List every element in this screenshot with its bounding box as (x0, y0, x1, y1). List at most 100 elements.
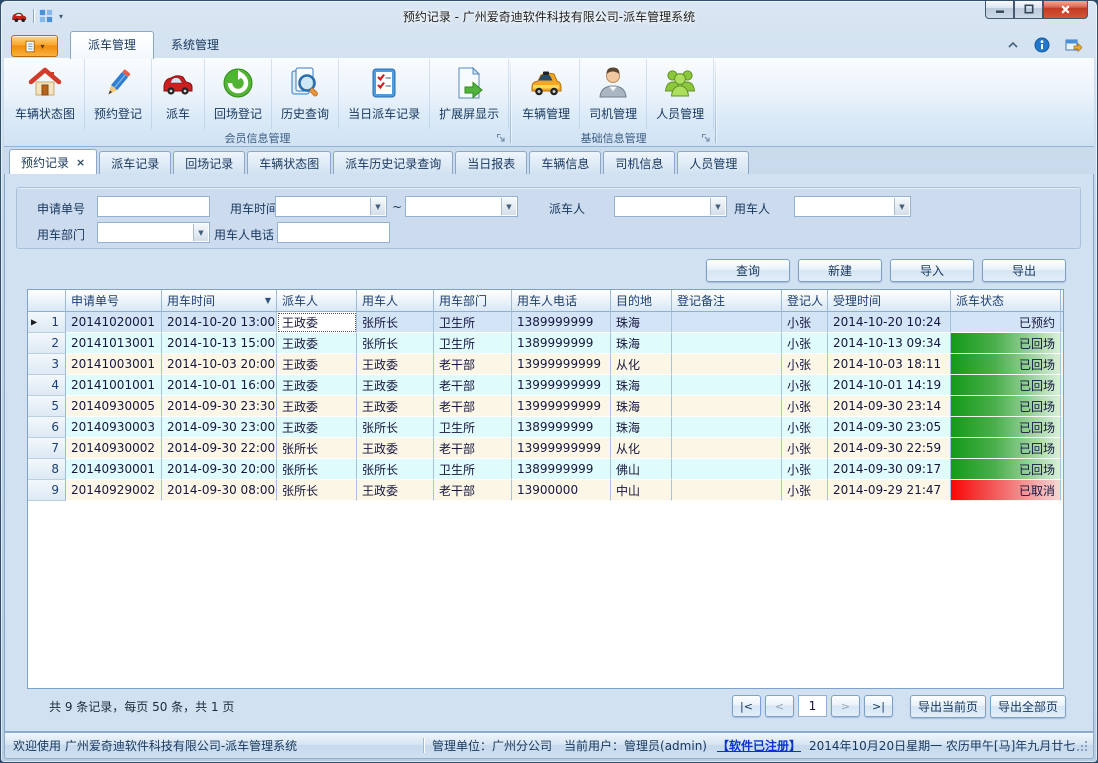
license-registered-link[interactable]: 【软件已注册】 (717, 737, 801, 754)
ribbon-button-vehicle-status-map[interactable]: 车辆状态图 (6, 59, 85, 129)
row-header-cell[interactable]: 8 (28, 459, 66, 480)
cell-status[interactable]: 已回场 (951, 375, 1061, 396)
cell-status[interactable]: 已回场 (951, 396, 1061, 417)
ribbon-tab-dispatch-management[interactable]: 派车管理 (70, 31, 154, 59)
chevron-down-icon[interactable]: ▼ (710, 198, 725, 215)
sort-dropdown-icon[interactable]: ▼ (261, 296, 271, 305)
cell-dispatcher[interactable]: 王政委 (277, 396, 357, 417)
cell-dispatcher[interactable]: 王政委 (277, 333, 357, 354)
next-page-button[interactable]: > (831, 695, 860, 717)
cell-registrar[interactable]: 小张 (782, 396, 828, 417)
cell-phone[interactable]: 13999999999 (512, 396, 611, 417)
cell-destination[interactable]: 珠海 (611, 333, 672, 354)
doc-tab-vehicle-info[interactable]: 车辆信息 (529, 151, 601, 174)
cell-phone[interactable]: 13999999999 (512, 375, 611, 396)
cell-accept-time[interactable]: 2014-10-03 18:11 (828, 354, 951, 375)
cell-use-time[interactable]: 2014-09-30 20:00 (162, 459, 277, 480)
user-combo[interactable]: ▼ (794, 196, 911, 217)
ribbon-button-driver-management[interactable]: 司机管理 (580, 59, 647, 129)
cell-dept[interactable]: 卫生所 (434, 417, 512, 438)
row-header-cell[interactable]: 6 (28, 417, 66, 438)
doc-tab-driver-info[interactable]: 司机信息 (603, 151, 675, 174)
ribbon-button-today-dispatch-records[interactable]: 当日派车记录 (339, 59, 430, 129)
cell-use-time[interactable]: 2014-09-30 22:00 (162, 438, 277, 459)
cell-accept-time[interactable]: 2014-10-01 14:19 (828, 375, 951, 396)
cell-status[interactable]: 已预约 (951, 312, 1061, 333)
row-header-cell[interactable]: 7 (28, 438, 66, 459)
table-row[interactable]: 7201409300022014-09-30 22:00张所长王政委老干部139… (28, 438, 1063, 459)
cell-destination[interactable]: 从化 (611, 354, 672, 375)
row-header-cell[interactable]: 9 (28, 480, 66, 501)
column-header-use-time[interactable]: 用车时间▼ (162, 290, 277, 312)
cell-use-time[interactable]: 2014-09-30 08:00 (162, 480, 277, 501)
cell-phone[interactable]: 13999999999 (512, 438, 611, 459)
cell-dispatcher[interactable]: 张所长 (277, 438, 357, 459)
import-button[interactable]: 导入 (890, 259, 974, 282)
cell-remark[interactable] (672, 396, 782, 417)
column-header-phone[interactable]: 用车人电话 (512, 290, 611, 312)
cell-use-time[interactable]: 2014-09-30 23:00 (162, 417, 277, 438)
ribbon-button-vehicle-management[interactable]: 车辆管理 (513, 59, 580, 129)
column-header-dispatcher[interactable]: 派车人 (277, 290, 357, 312)
column-header-dept[interactable]: 用车部门 (434, 290, 512, 312)
use-time-to-combo[interactable]: ▼ (405, 196, 518, 217)
cell-apply-no[interactable]: 20141013001 (66, 333, 162, 354)
cell-user[interactable]: 张所长 (357, 333, 434, 354)
cell-dept[interactable]: 老干部 (434, 375, 512, 396)
column-header-destination[interactable]: 目的地 (611, 290, 672, 312)
cell-dispatcher[interactable]: 王政委 (277, 354, 357, 375)
ribbon-button-personnel-management[interactable]: 人员管理 (647, 59, 714, 129)
cell-status[interactable]: 已回场 (951, 333, 1061, 354)
cell-status[interactable]: 已回场 (951, 417, 1061, 438)
cell-user[interactable]: 王政委 (357, 375, 434, 396)
cell-use-time[interactable]: 2014-10-03 20:00 (162, 354, 277, 375)
cell-apply-no[interactable]: 20141003001 (66, 354, 162, 375)
cell-destination[interactable]: 从化 (611, 438, 672, 459)
last-page-button[interactable]: >| (864, 695, 893, 717)
cell-dept[interactable]: 老干部 (434, 438, 512, 459)
cell-accept-time[interactable]: 2014-10-20 10:24 (828, 312, 951, 333)
ribbon-button-dispatch[interactable]: 派车 (152, 59, 205, 129)
apply-no-input[interactable] (97, 196, 210, 217)
chevron-down-icon[interactable]: ▼ (501, 198, 516, 215)
cell-dispatcher[interactable]: 王政委 (277, 312, 357, 333)
cell-registrar[interactable]: 小张 (782, 459, 828, 480)
column-header-row-selector[interactable] (28, 290, 66, 312)
column-header-apply-no[interactable]: 申请单号 (66, 290, 162, 312)
cell-phone[interactable]: 13999999999 (512, 354, 611, 375)
cell-accept-time[interactable]: 2014-09-29 21:47 (828, 480, 951, 501)
cell-dept[interactable]: 老干部 (434, 480, 512, 501)
table-row[interactable]: 2201410130012014-10-13 15:00王政委张所长卫生所138… (28, 333, 1063, 354)
cell-remark[interactable] (672, 480, 782, 501)
cell-status[interactable]: 已回场 (951, 354, 1061, 375)
cell-user[interactable]: 王政委 (357, 438, 434, 459)
cell-phone[interactable]: 1389999999 (512, 333, 611, 354)
ribbon-tab-system-management[interactable]: 系统管理 (154, 32, 236, 58)
dispatcher-combo[interactable]: ▼ (614, 196, 727, 217)
phone-input[interactable] (277, 222, 390, 243)
table-row[interactable]: 5201409300052014-09-30 23:30王政委王政委老干部139… (28, 396, 1063, 417)
cell-apply-no[interactable]: 20140930005 (66, 396, 162, 417)
table-row[interactable]: 4201410010012014-10-01 16:00王政委王政委老干部139… (28, 375, 1063, 396)
cell-user[interactable]: 王政委 (357, 396, 434, 417)
close-tab-icon[interactable]: × (76, 156, 85, 169)
cell-apply-no[interactable]: 20140930003 (66, 417, 162, 438)
cell-remark[interactable] (672, 438, 782, 459)
doc-tab-return-records[interactable]: 回场记录 (173, 151, 245, 174)
cell-destination[interactable]: 珠海 (611, 396, 672, 417)
row-header-cell[interactable]: 5 (28, 396, 66, 417)
column-header-accept-time[interactable]: 受理时间 (828, 290, 951, 312)
dialog-launcher-icon[interactable] (701, 133, 711, 143)
about-info-icon[interactable] (1034, 37, 1050, 53)
chevron-down-icon[interactable]: ▼ (193, 224, 208, 241)
cell-apply-no[interactable]: 20140929002 (66, 480, 162, 501)
cell-registrar[interactable]: 小张 (782, 480, 828, 501)
table-row[interactable]: 6201409300032014-09-30 23:00王政委张所长卫生所138… (28, 417, 1063, 438)
cell-dept[interactable]: 老干部 (434, 354, 512, 375)
cell-remark[interactable] (672, 354, 782, 375)
table-row[interactable]: 8201409300012014-09-30 20:00张所长张所长卫生所138… (28, 459, 1063, 480)
cell-dept[interactable]: 卫生所 (434, 333, 512, 354)
chevron-down-icon[interactable]: ▼ (370, 198, 385, 215)
cell-user[interactable]: 王政委 (357, 480, 434, 501)
row-header-cell[interactable]: ▶1 (28, 312, 66, 333)
